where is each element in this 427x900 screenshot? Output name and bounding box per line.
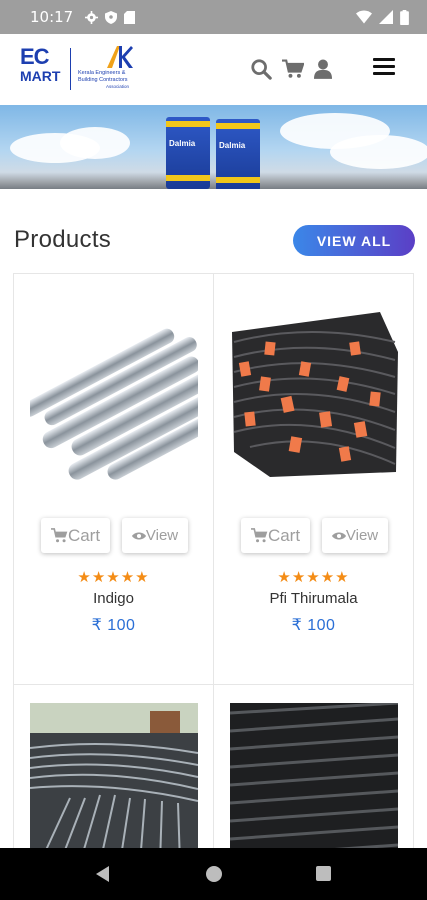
sd-card-icon [124,10,136,24]
signal-icon [379,10,393,24]
association-name-line1: Kerala Engineers & [78,70,126,76]
battery-icon [400,9,409,25]
status-left-icons [85,10,136,24]
eye-icon [131,532,146,539]
product-price: ₹ 100 [291,617,336,634]
ec-mart-logo[interactable]: EC MART [20,46,66,92]
system-nav-bar [0,848,427,900]
rating-stars: ★★★★★ [77,569,150,586]
menu-bar [373,65,395,68]
bag-stripe [216,177,260,183]
product-card[interactable] [213,684,414,864]
back-icon[interactable] [96,866,109,882]
product-grid: Cart View ★★★★★ Indigo ₹ 100 Cart View ★… [13,273,415,864]
logo-line1: EC [20,44,50,69]
products-title: Products [14,226,112,253]
product-image-rebar-stack[interactable] [30,703,198,863]
view-label: View [345,527,379,544]
recents-icon[interactable] [316,866,331,881]
cement-bag-image: Dalmia [216,119,260,189]
bag-brand: Dalmia [169,139,196,148]
bag-stripe [166,175,210,181]
product-image-rebar-closeup[interactable] [230,703,398,863]
wifi-icon [356,10,372,24]
product-name: Indigo [93,590,134,607]
association-mark-icon [107,46,133,68]
add-to-cart-button[interactable]: Cart [41,518,110,553]
shield-icon [105,10,118,24]
bag-stripe [166,121,210,127]
association-name-line2: Building Contractors [78,77,128,83]
header-actions [250,58,332,80]
bag-brand: Dalmia [219,141,246,150]
menu-bar [373,58,395,61]
cart-icon [250,528,268,543]
add-to-cart-button[interactable]: Cart [241,518,310,553]
cart-icon [50,528,68,543]
banner-cloud [330,135,427,169]
product-card[interactable] [13,684,214,864]
view-product-button[interactable]: View [322,518,388,553]
product-card[interactable]: Cart View ★★★★★ Pfi Thirumala ₹ 100 [213,273,414,685]
product-image-rebar[interactable] [30,302,198,482]
view-product-button[interactable]: View [122,518,188,553]
status-bar: 10:17 [0,0,427,34]
gear-icon [85,10,99,24]
home-icon[interactable] [206,866,222,882]
logo-divider [70,48,71,90]
product-card[interactable]: Cart View ★★★★★ Indigo ₹ 100 [13,273,214,685]
association-logo: Kerala Engineers & Building Contractors … [78,44,168,94]
cart-label: Cart [267,525,301,545]
bag-stripe [216,123,260,129]
eye-icon [331,532,346,539]
view-all-button[interactable]: VIEW ALL [293,225,415,256]
cement-bag-image: Dalmia [166,117,210,189]
app-header: EC MART Kerala Engineers & Building Cont… [0,34,427,105]
status-time: 10:17 [30,8,74,26]
cart-icon[interactable] [282,59,304,79]
association-name-line3: Association [106,84,130,89]
rating-stars: ★★★★★ [277,569,350,586]
logo-line2: MART [20,68,61,84]
view-label: View [145,527,179,544]
product-image-rebar-bundle[interactable] [230,302,398,482]
product-actions: Cart View [241,518,388,553]
menu-icon[interactable] [373,58,395,78]
product-price: ₹ 100 [91,617,136,634]
product-name: Pfi Thirumala [269,590,358,607]
cart-label: Cart [67,525,101,545]
search-icon[interactable] [250,58,272,80]
menu-bar [373,72,395,75]
promo-banner[interactable]: Dalmia Dalmia [0,105,427,189]
user-icon[interactable] [314,59,332,79]
product-actions: Cart View [41,518,188,553]
banner-cloud [60,127,130,159]
status-right-icons [356,9,409,25]
